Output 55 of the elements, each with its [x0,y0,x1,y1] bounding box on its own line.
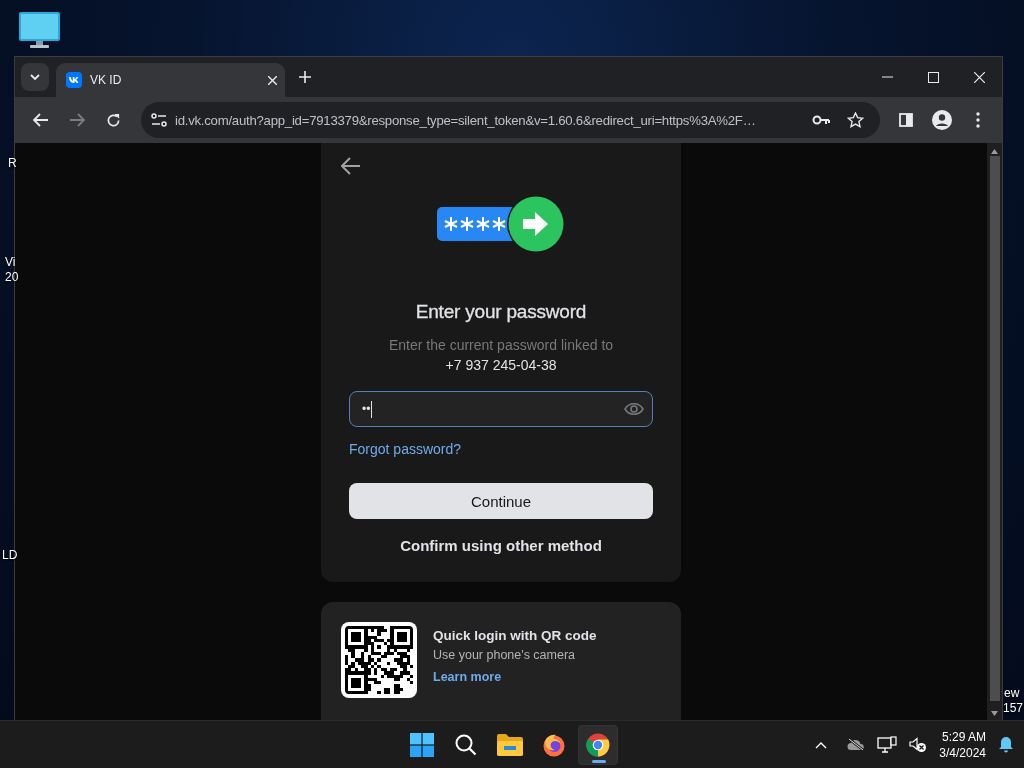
continue-button[interactable]: Continue [349,483,653,519]
reload-icon[interactable] [105,112,121,128]
site-settings-icon[interactable] [151,113,167,127]
notification-bell-icon[interactable] [998,736,1014,753]
url-text: id.vk.com/auth?app_id=7913379&response_type=silent_token&v=1.60.6&redirect_uri=https%3A%2F… [175,112,757,128]
start-icon [410,732,434,757]
vk-logo-icon [66,72,82,88]
clock-time[interactable]: 5:29 AM [941,728,986,745]
eye-icon[interactable] [624,402,644,416]
page-title: Enter your password [415,301,587,323]
desktop-icon-label: R [8,156,17,170]
tab-title: VK ID [90,73,123,87]
key-icon[interactable] [812,115,830,125]
cloud-offline-icon[interactable] [847,738,866,751]
sound-muted-icon[interactable] [909,736,928,753]
menu-icon[interactable] [976,112,980,128]
search-icon [455,733,477,756]
close-tab-icon[interactable] [268,75,277,85]
back-icon[interactable] [33,113,49,127]
scroll-down-icon[interactable] [991,711,998,716]
qr-title: Quick login with QR code [433,628,597,643]
monitor-icon[interactable] [18,11,61,49]
tab-search-button[interactable] [21,63,49,91]
minimize-icon[interactable] [881,76,893,78]
forgot-password-link[interactable]: Forgot password? [349,441,462,457]
qr-subtitle: Use your phone's camera [433,648,577,662]
chrome-logo-icon [586,732,610,757]
forward-icon[interactable] [69,113,85,127]
desktop-icon-label: LD [2,548,18,562]
show-hidden-icons-chevron-icon[interactable] [815,740,828,749]
scrollbar[interactable] [987,143,1002,720]
fox-globe-icon [542,732,566,757]
desktop-icon-label: Vi [5,255,16,269]
back-arrow-icon[interactable] [341,157,361,175]
desktop-icon-label: 20 [5,270,19,284]
chevron-down-icon [29,71,41,83]
subtitle-text: Enter the current password linked to [388,336,614,355]
other-method-button[interactable]: Confirm using other method [392,533,610,558]
side-panel-icon[interactable] [899,113,913,127]
maximize-icon[interactable] [927,71,939,83]
desktop-icon-label: 157 [1003,701,1024,715]
network-icon[interactable] [877,735,898,754]
taskbar-app-button[interactable] [578,724,618,765]
password-field[interactable]: •• [349,391,653,427]
desktop-icon-label: ew [1004,686,1020,700]
address-bar[interactable]: id.vk.com/auth?app_id=7913379&response_type=silent_token&v=1.60.6&redirect_uri=https%3A%2F… [141,102,880,138]
scroll-up-icon[interactable] [991,149,998,154]
phone-number: +7 937 245-04-38 [445,356,557,375]
browser-tab[interactable]: VK ID [56,63,285,97]
clock-date[interactable]: 3/4/2024 [939,744,986,761]
close-icon[interactable] [973,71,985,83]
profile-icon[interactable] [932,110,952,130]
bookmark-star-icon[interactable] [846,112,864,128]
folder-icon [497,733,523,756]
learn-more-link[interactable]: Learn more [433,670,597,684]
